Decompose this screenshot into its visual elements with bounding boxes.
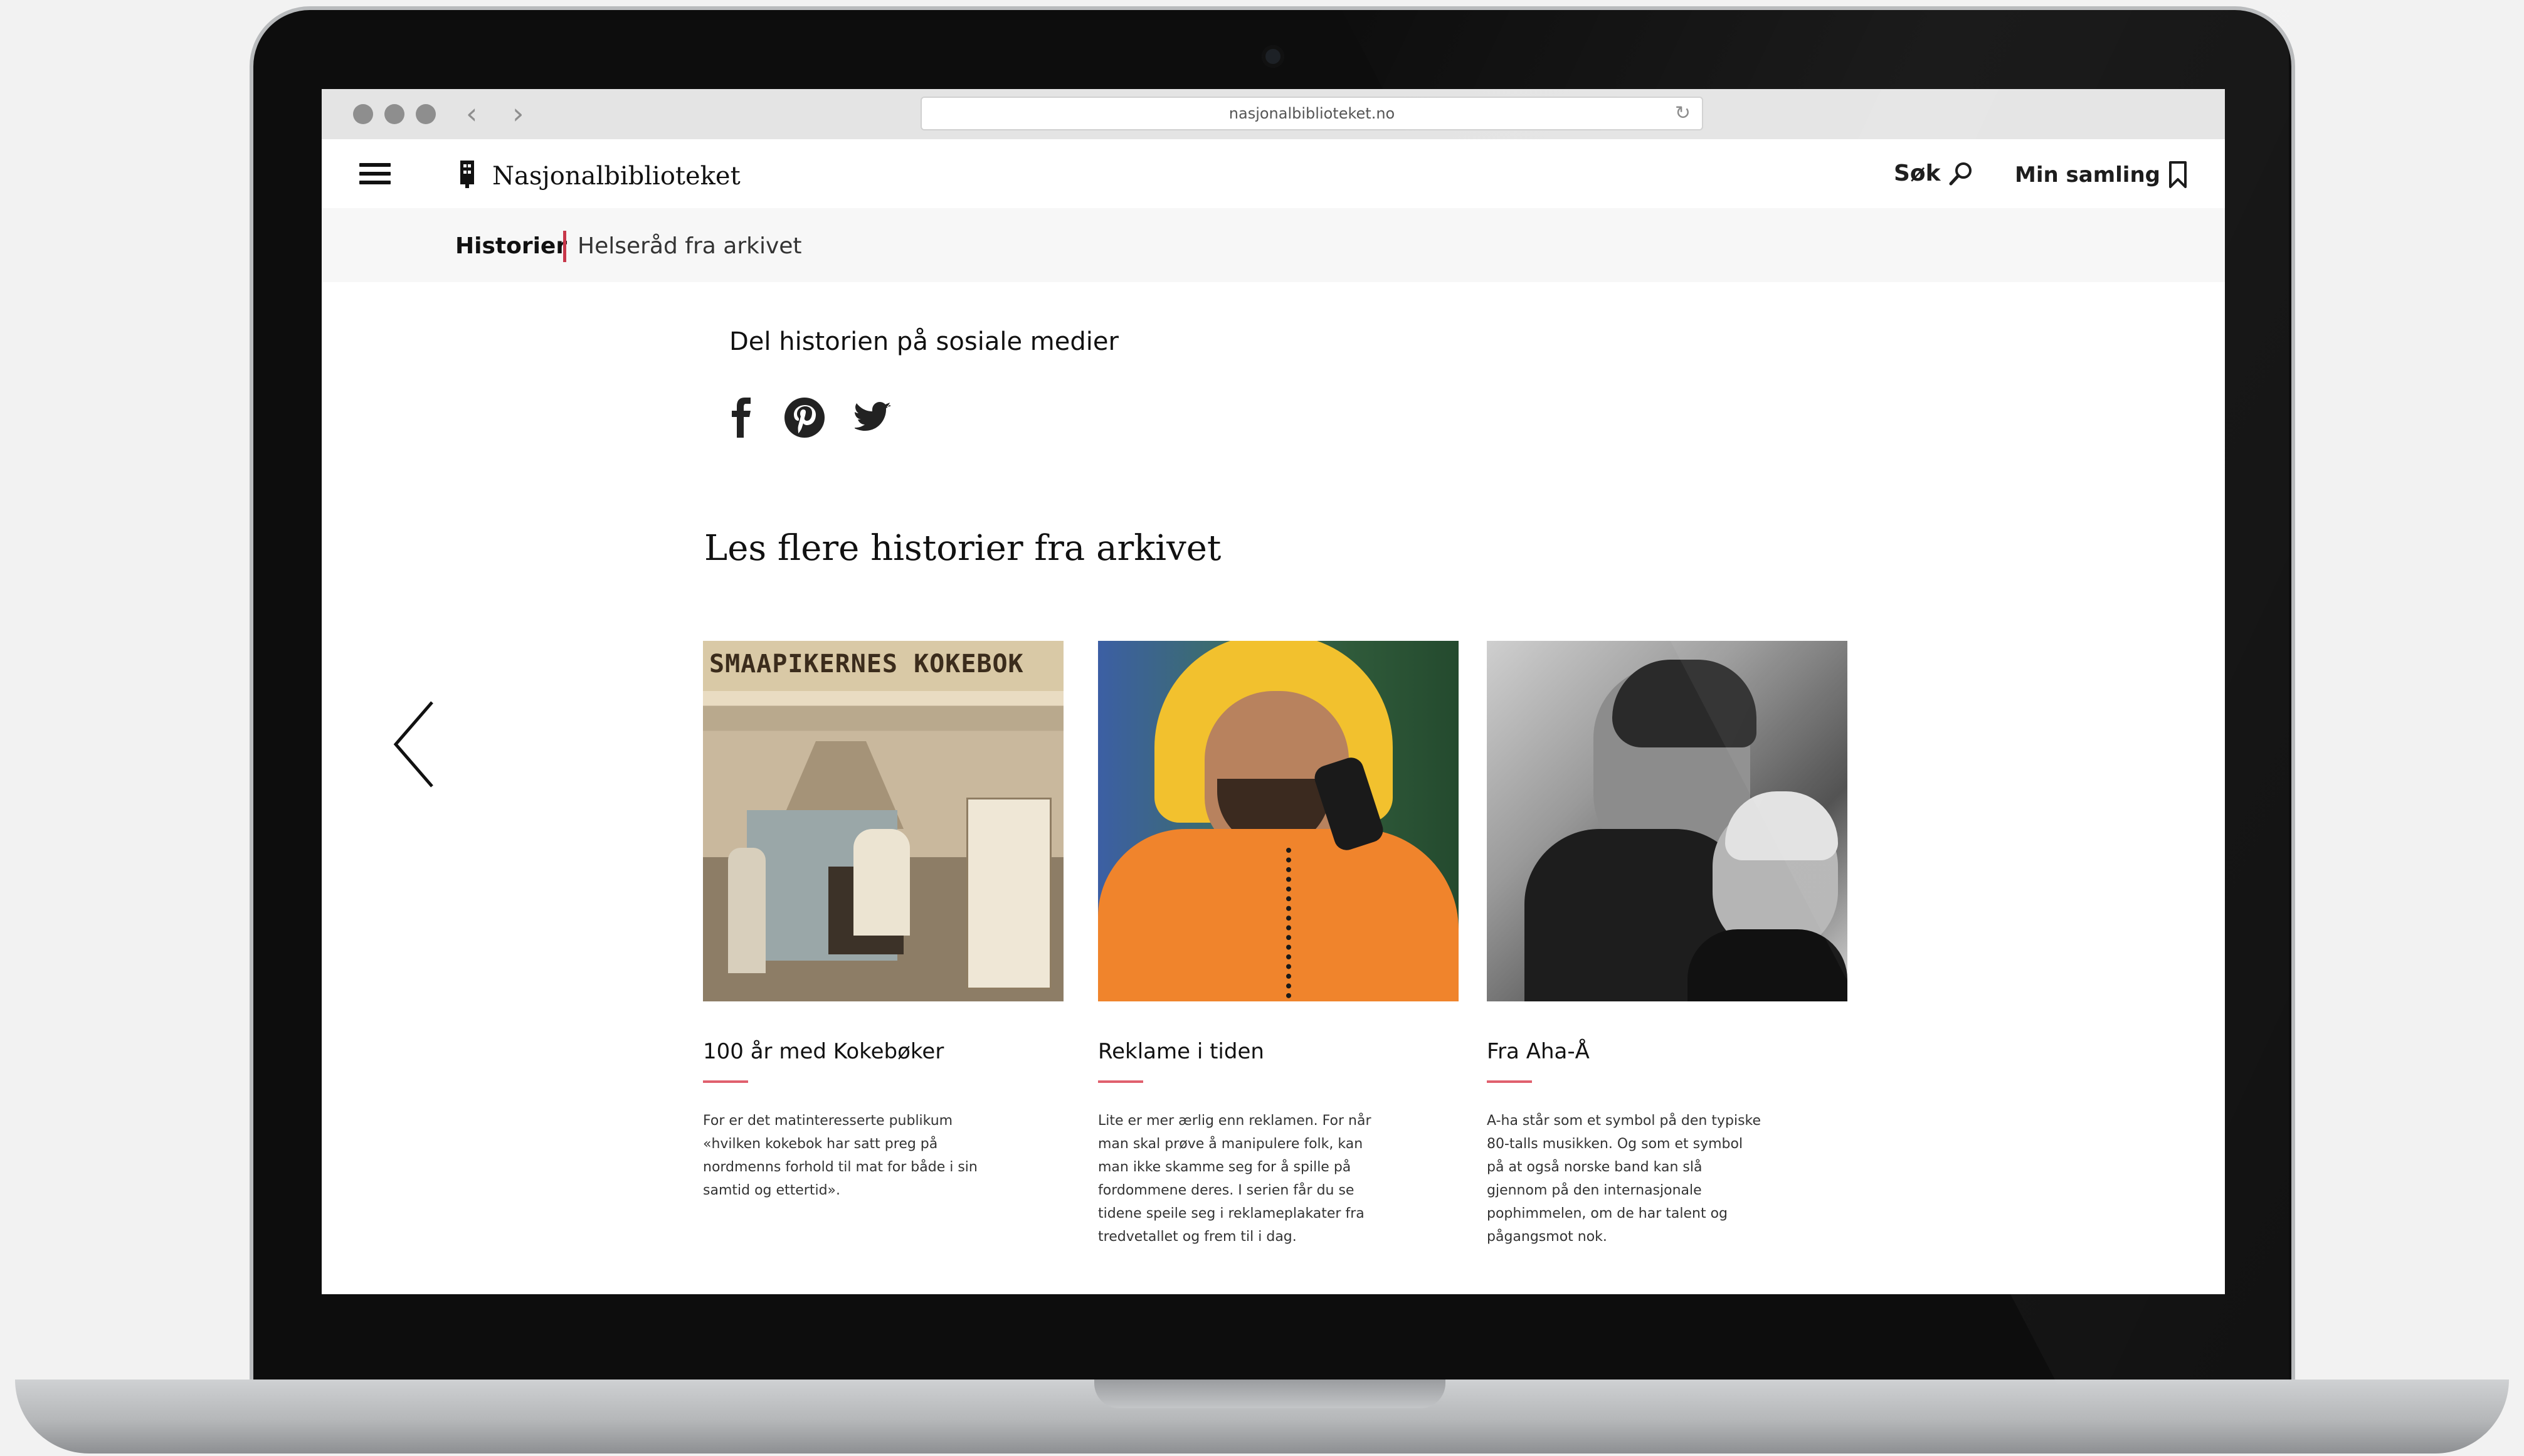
breadcrumb-section[interactable]: Historier — [455, 233, 567, 259]
address-bar[interactable]: nasjonalbiblioteket.no ↻ — [921, 97, 1703, 130]
site-header: Nasjonalbiblioteket Søk Min samling — [322, 139, 2225, 208]
share-icons — [729, 396, 892, 439]
more-stories-heading: Les flere historier fra arkivet — [704, 528, 1222, 569]
laptop-hinge-notch — [1094, 1380, 1445, 1408]
card-accent-rule — [703, 1080, 748, 1083]
search-button[interactable]: Søk — [1894, 161, 1973, 186]
card-description: For er det matinteresserte publikum «hvi… — [703, 1113, 978, 1198]
card-image-aha-band[interactable] — [1487, 641, 1847, 1001]
search-label: Søk — [1894, 161, 1941, 186]
breadcrumb: Historier Helseråd fra arkivet — [322, 208, 2225, 282]
facebook-icon[interactable] — [729, 398, 754, 438]
hamburger-menu-icon[interactable] — [359, 163, 391, 184]
bookmark-icon — [2169, 161, 2187, 188]
window-close-dot[interactable] — [353, 104, 373, 124]
story-card[interactable]: SMAAPIKERNES KOKEBOK 100 år med Kokebøke… — [703, 641, 1064, 1202]
card-title[interactable]: Reklame i tiden — [1098, 1039, 1459, 1064]
logo-text[interactable]: Nasjonalbiblioteket — [492, 162, 741, 191]
card-description: Lite er mer ærlig enn reklamen. For når … — [1098, 1113, 1371, 1245]
chevron-right-icon[interactable]: › — [512, 98, 524, 129]
card-accent-rule — [1098, 1080, 1143, 1083]
story-card[interactable]: Reklame i tiden Lite er mer ærlig enn re… — [1098, 641, 1459, 1248]
my-collection-button[interactable]: Min samling — [2015, 161, 2188, 189]
url-text: nasjonalbiblioteket.no — [1228, 105, 1395, 122]
card-accent-rule — [1487, 1080, 1532, 1083]
twitter-icon[interactable] — [855, 402, 892, 433]
chevron-left-icon[interactable]: ‹ — [466, 98, 477, 129]
collection-label: Min samling — [2015, 162, 2160, 187]
story-card[interactable]: Fra Aha-Å A-ha står som et symbol på den… — [1487, 641, 1847, 1248]
carousel-prev-arrow-icon[interactable] — [389, 697, 440, 791]
breadcrumb-separator — [563, 231, 566, 262]
card-title[interactable]: Fra Aha-Å — [1487, 1039, 1847, 1064]
breadcrumb-current: Helseråd fra arkivet — [578, 233, 802, 259]
browser-screen: ‹ › nasjonalbiblioteket.no ↻ Nasjonalbib… — [322, 89, 2225, 1294]
cookbook-cover-title: SMAAPIKERNES KOKEBOK — [709, 650, 1024, 678]
card-image-cookbook[interactable]: SMAAPIKERNES KOKEBOK — [703, 641, 1064, 1001]
card-title[interactable]: 100 år med Kokebøker — [703, 1039, 1064, 1064]
browser-toolbar: ‹ › nasjonalbiblioteket.no ↻ — [322, 89, 2225, 140]
webcam — [1262, 45, 1284, 68]
pinterest-icon[interactable] — [783, 396, 826, 439]
window-zoom-dot[interactable] — [416, 104, 436, 124]
search-icon — [1949, 162, 1972, 185]
card-description: A-ha står som et symbol på den typiske 8… — [1487, 1113, 1761, 1245]
logo-icon[interactable] — [458, 158, 477, 189]
reload-icon[interactable]: ↻ — [1675, 98, 1691, 129]
window-minimize-dot[interactable] — [384, 104, 404, 124]
card-image-fisherman[interactable] — [1098, 641, 1459, 1001]
share-heading: Del historien på sosiale medier — [729, 327, 1119, 356]
